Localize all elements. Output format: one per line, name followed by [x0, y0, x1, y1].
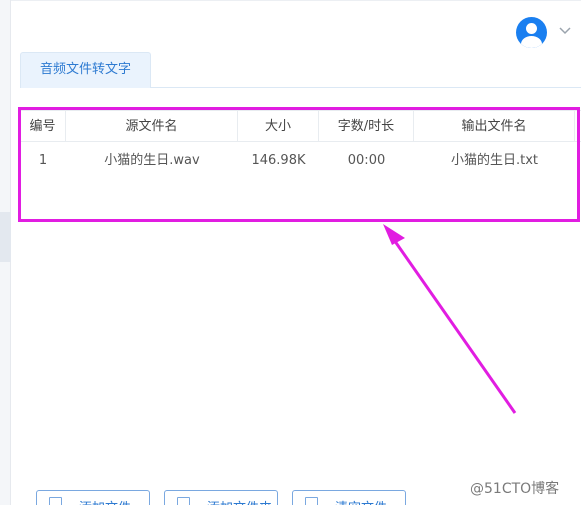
column-header-source-filename[interactable]: 源文件名: [66, 111, 238, 142]
user-avatar-icon[interactable]: [516, 17, 547, 48]
cell-index: 1: [38, 153, 48, 168]
add-folder-label: 添加文件夹: [207, 497, 272, 505]
add-file-label: 添加文件: [79, 497, 131, 505]
tab-bar: 音频文件转文字: [20, 52, 581, 88]
cell-source-filename: 小猫的生日.wav: [104, 153, 200, 168]
cell-output-filename: 小猫的生日.txt: [450, 153, 539, 168]
column-header-extra: [575, 111, 581, 142]
table-header: 编号 源文件名 大小 字数/时长 输出文件名: [20, 110, 581, 142]
table-row[interactable]: 1 小猫的生日.wav 146.98K 00:00 小猫的生日.txt: [20, 146, 581, 176]
clear-files-button[interactable]: 清空文件: [292, 490, 406, 505]
sidebar-selected-item[interactable]: [0, 212, 11, 262]
chevron-down-icon[interactable]: [558, 26, 572, 36]
column-header-output-filename[interactable]: 输出文件名: [414, 111, 575, 142]
file-table: 编号 源文件名 大小 字数/时长 输出文件名 1 小猫的生日.wav 146.9…: [20, 110, 581, 490]
column-header-words-duration[interactable]: 字数/时长: [319, 111, 414, 142]
avatar-body: [521, 36, 542, 48]
avatar-head: [526, 23, 537, 34]
cell-size: 146.98K: [251, 153, 306, 168]
trash-icon: [305, 497, 318, 505]
watermark: @51CTO博客: [470, 481, 560, 497]
tab-audio-to-text[interactable]: 音频文件转文字: [20, 52, 151, 88]
clear-files-label: 清空文件: [335, 497, 387, 505]
add-folder-button[interactable]: 添加文件夹: [164, 490, 278, 505]
add-file-button[interactable]: 添加文件: [36, 490, 150, 505]
header-divider: [11, 0, 581, 1]
file-icon: [49, 497, 62, 505]
column-header-index[interactable]: 编号: [20, 111, 66, 142]
column-header-size[interactable]: 大小: [238, 111, 319, 142]
left-sidebar: [0, 0, 11, 505]
folder-icon: [177, 497, 190, 505]
cell-duration: 00:00: [347, 153, 386, 168]
